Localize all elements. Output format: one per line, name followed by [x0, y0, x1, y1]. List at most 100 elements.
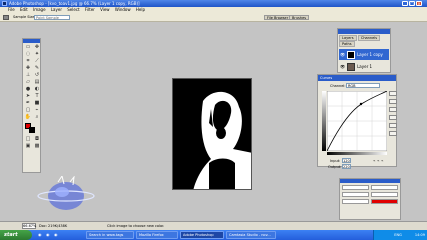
menu-window[interactable]: Window — [115, 7, 131, 12]
system-tray: ENG 14:09 — [373, 230, 427, 240]
ok-button[interactable] — [389, 91, 397, 96]
channel-select[interactable]: RGB — [346, 83, 380, 88]
standard-mode-icon[interactable]: □ — [24, 136, 32, 142]
curve-point[interactable] — [359, 102, 363, 106]
layer-name: Layer 1 — [357, 64, 373, 69]
eye-icon[interactable]: 👁 — [340, 52, 345, 57]
layer-row[interactable]: 👁 Layer 1 — [339, 61, 389, 72]
layer-row-active[interactable]: 👁 Layer 1 copy — [339, 49, 389, 60]
status-bar: 66.67% Doc: 219K/438K Click image to cho… — [0, 221, 427, 230]
screen-mode-standard-icon[interactable]: ▣ — [24, 143, 32, 149]
eyedropper-tool-icon[interactable] — [3, 15, 9, 20]
menu-help[interactable]: Help — [136, 7, 145, 12]
magic-wand-tool-icon[interactable]: ✦ — [33, 51, 41, 57]
background-color-swatch[interactable] — [29, 127, 35, 133]
taskbar-item[interactable]: Mozilla Firefox — [136, 231, 178, 239]
file-browser-tab[interactable]: File Browser — [264, 15, 292, 20]
menu-edit[interactable]: Edit — [20, 7, 28, 12]
menu-select[interactable]: Select — [67, 7, 79, 12]
input-field[interactable]: 120 — [342, 158, 351, 163]
pen-tool-icon[interactable]: ✒ — [24, 100, 32, 106]
font-family-select[interactable] — [342, 185, 369, 190]
marquee-tool-icon[interactable]: ▭ — [24, 44, 32, 50]
sample-size-label: Sample Size: — [13, 15, 36, 19]
portrait-image — [173, 79, 251, 189]
screen-mode-full-icon[interactable]: ▩ — [33, 143, 41, 149]
toolbox: ▭ ✥ ◌ ✦ ⌗ ⟋ ✚ ✎ ⊥ ↺ ▱ ▤ ● ◐ ➤ T ✒ ■ ▢ ⌁ … — [22, 38, 41, 173]
shape-tool-icon[interactable]: ■ — [33, 100, 41, 106]
minimize-icon[interactable]: _ — [402, 1, 408, 6]
menu-layer[interactable]: Layer — [51, 7, 62, 12]
quick-launch-icon[interactable]: ◉ — [54, 232, 58, 237]
output-label: Output: — [328, 165, 342, 169]
taskbar-item-active[interactable]: Adobe Photoshop — [180, 231, 224, 239]
tab-paths[interactable]: Paths — [339, 41, 355, 47]
save-button[interactable] — [389, 115, 397, 120]
channel-label: Channel: — [330, 84, 346, 88]
document-window[interactable] — [172, 78, 252, 190]
type-tool-icon[interactable]: T — [33, 93, 41, 99]
eye-icon[interactable]: 👁 — [340, 64, 345, 69]
menu-file[interactable]: File — [8, 7, 15, 12]
layer-name: Layer 1 copy — [357, 52, 383, 57]
layer-thumbnail — [347, 50, 356, 59]
eraser-tool-icon[interactable]: ▱ — [24, 79, 32, 85]
leading-field[interactable] — [371, 192, 398, 197]
maximize-icon[interactable]: □ — [409, 1, 415, 6]
window-title-bar: Adobe Photoshop - [kvo_toav1.jpg @ 66.7%… — [0, 0, 427, 7]
eyedropper-tool-icon[interactable]: ⌁ — [33, 107, 41, 113]
output-gradient-bar — [322, 91, 326, 151]
quick-mask-icon[interactable]: ◘ — [33, 136, 41, 142]
brush-tool-icon[interactable]: ✎ — [33, 65, 41, 71]
character-panel — [339, 178, 401, 220]
white-eyedropper-icon[interactable]: ⌁ — [381, 158, 383, 163]
input-gradient-bar — [327, 152, 387, 155]
layer-thumbnail — [347, 62, 356, 71]
start-label: start — [4, 232, 18, 238]
close-icon[interactable]: × — [416, 1, 422, 6]
crop-tool-icon[interactable]: ⌗ — [24, 58, 32, 64]
clock: 14:09 — [414, 233, 425, 237]
language-indicator[interactable]: ENG — [394, 233, 402, 237]
black-eyedropper-icon[interactable]: ⌁ — [373, 158, 375, 163]
font-size-field[interactable] — [342, 192, 369, 197]
cancel-button[interactable] — [389, 99, 397, 104]
sample-size-select[interactable]: Point Sample — [34, 15, 70, 20]
zoom-tool-icon[interactable]: ⌕ — [33, 114, 41, 120]
menu-image[interactable]: Image — [33, 7, 46, 12]
taskbar-item[interactable]: Camtasia Studio - nov... — [226, 231, 276, 239]
font-style-select[interactable] — [371, 185, 398, 190]
text-color-swatch[interactable] — [371, 199, 398, 204]
move-tool-icon[interactable]: ✥ — [33, 44, 41, 50]
clone-stamp-tool-icon[interactable]: ⊥ — [24, 72, 32, 78]
tab-channels[interactable]: Channels — [357, 35, 381, 41]
hand-tool-icon[interactable]: ✋ — [24, 114, 32, 120]
quick-launch-icon[interactable]: ◉ — [46, 232, 50, 237]
blur-tool-icon[interactable]: ● — [24, 86, 32, 92]
history-brush-tool-icon[interactable]: ↺ — [33, 72, 41, 78]
slice-tool-icon[interactable]: ⟋ — [33, 58, 41, 64]
watermark-globe-logo — [37, 176, 95, 210]
status-hint: Click image to choose new color. — [107, 224, 165, 228]
path-selection-tool-icon[interactable]: ➤ — [24, 93, 32, 99]
notes-tool-icon[interactable]: ▢ — [24, 107, 32, 113]
menu-view[interactable]: View — [100, 7, 110, 12]
curve-graph[interactable] — [327, 91, 387, 151]
gradient-tool-icon[interactable]: ▤ — [33, 79, 41, 85]
options-button[interactable] — [389, 131, 397, 136]
curves-dialog: Curves Channel: RGB Input: 120 Output: 2… — [317, 74, 397, 169]
load-button[interactable] — [389, 107, 397, 112]
output-field[interactable]: 220 — [342, 164, 351, 169]
gray-eyedropper-icon[interactable]: ⌁ — [377, 158, 379, 163]
tracking-field[interactable] — [342, 199, 369, 204]
zoom-field[interactable]: 66.67% — [22, 223, 36, 229]
healing-brush-tool-icon[interactable]: ✚ — [24, 65, 32, 71]
auto-button[interactable] — [389, 123, 397, 128]
dodge-tool-icon[interactable]: ◐ — [33, 86, 41, 92]
menu-filter[interactable]: Filter — [85, 7, 95, 12]
start-button[interactable]: start — [0, 230, 32, 240]
lasso-tool-icon[interactable]: ◌ — [24, 51, 32, 57]
brushes-tab[interactable]: Brushes — [289, 15, 310, 20]
quick-launch-icon[interactable]: ◉ — [38, 232, 42, 237]
taskbar-item[interactable]: Search in www.tags — [86, 231, 134, 239]
